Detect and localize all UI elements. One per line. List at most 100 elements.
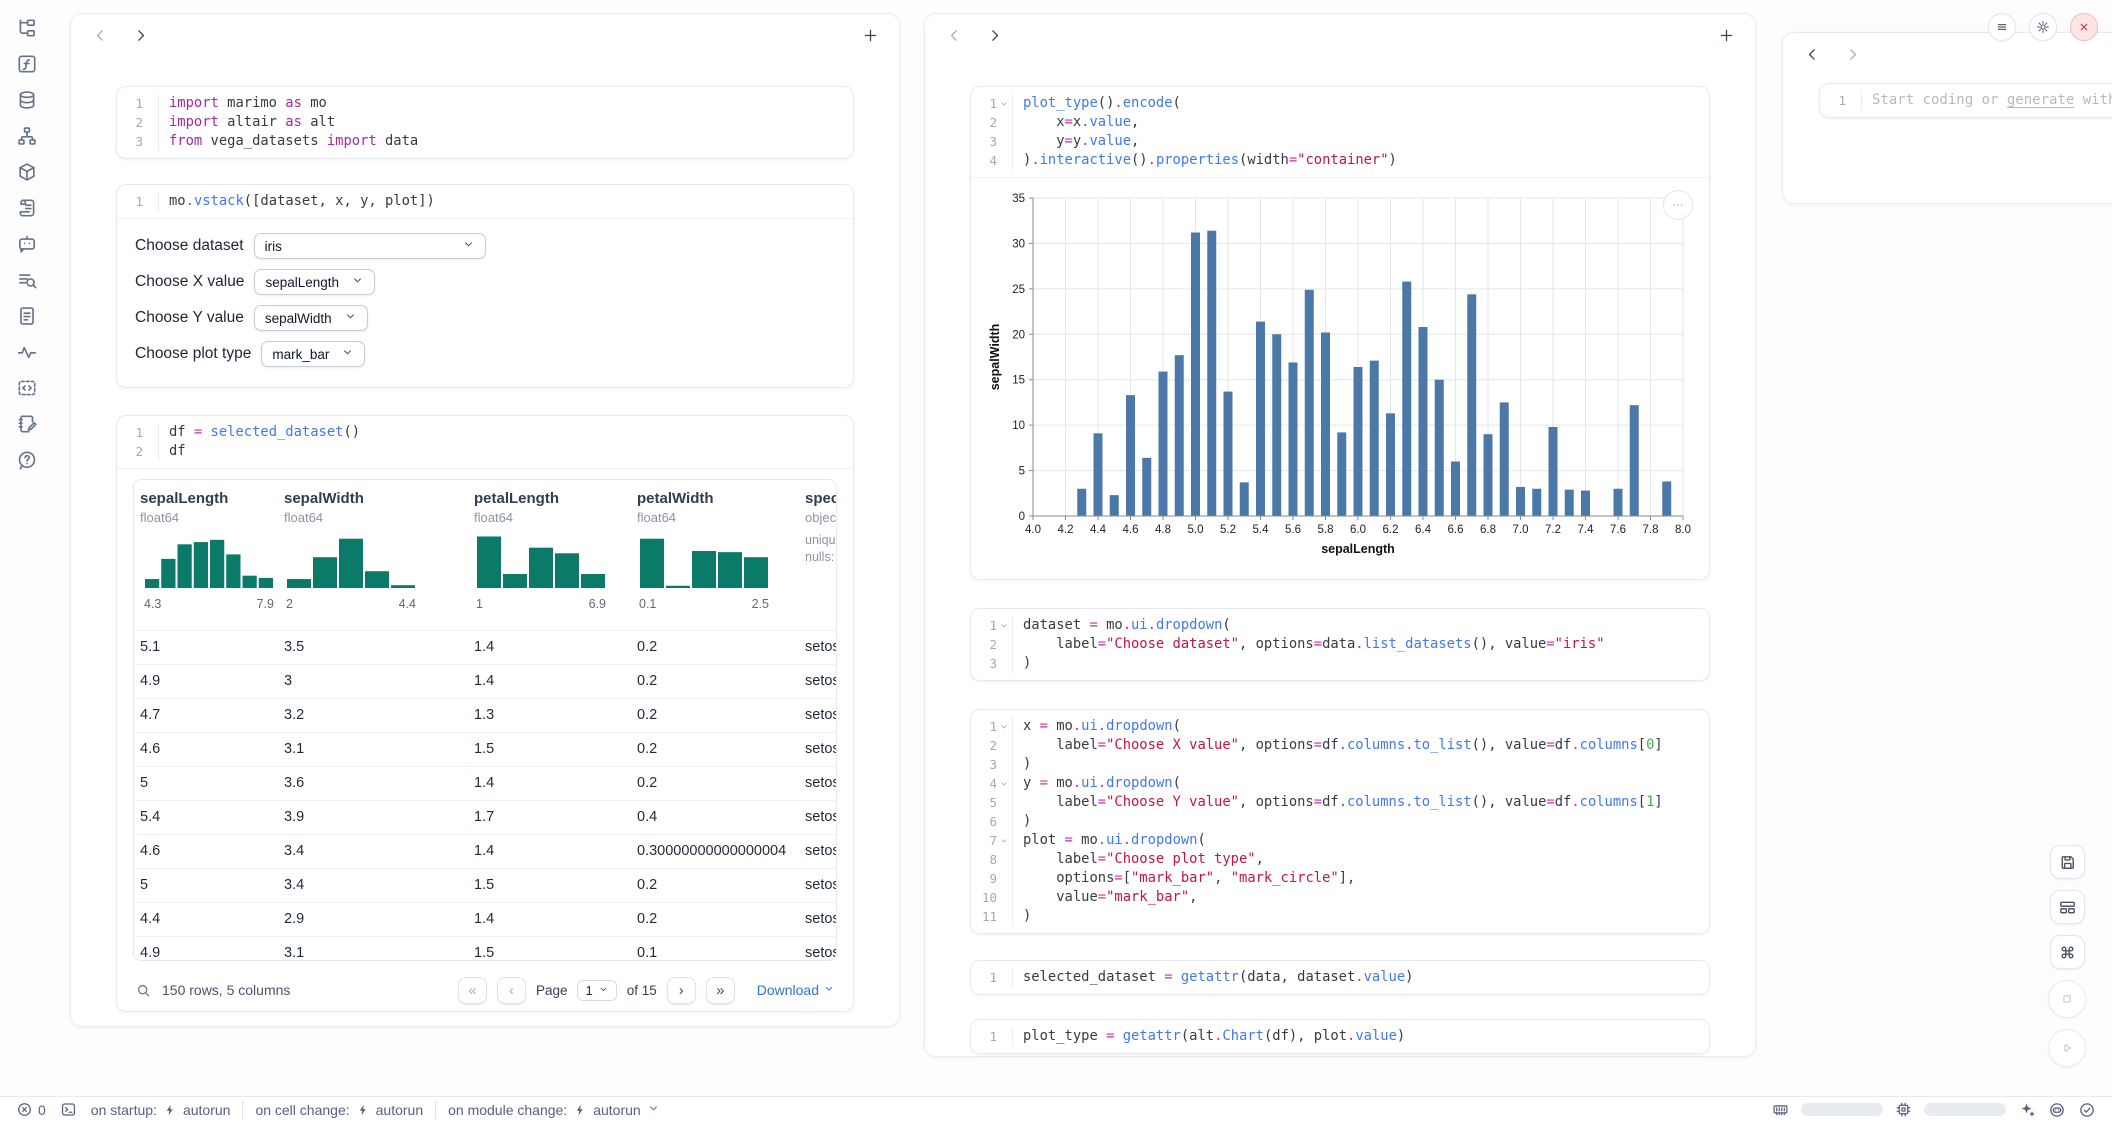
code-editor[interactable]: 1import marimo as mo2import altair as al… [117,87,853,158]
bar [1256,322,1265,516]
line-number: 1 [971,1027,997,1046]
download-button[interactable]: Download [757,982,835,998]
sidebar-panel-help[interactable] [13,446,41,474]
settings-button[interactable] [2029,13,2057,41]
save-button[interactable] [2050,845,2085,879]
y-axis: 05101520253035 [1012,193,1033,523]
table-search-button[interactable] [135,982,152,999]
table-row[interactable]: 4.63.41.40.30000000000000004setos [134,834,836,868]
code-editor[interactable]: 1mo.vstack([dataset, x, y, plot]) [117,185,853,218]
svg-text:4.4: 4.4 [1090,524,1107,536]
code-editor[interactable]: 1df = selected_dataset()2df [117,416,853,468]
run-button[interactable] [2048,1029,2086,1067]
sidebar-panel-file-tree[interactable] [13,14,41,42]
code-editor[interactable]: 1selected_dataset = getattr(data, datase… [971,961,1709,994]
code-editor[interactable]: 1x = mo.ui.dropdown(2 label="Choose X va… [971,710,1709,933]
first-page-button[interactable]: « [458,977,487,1004]
copilot-button[interactable] [2048,1101,2066,1119]
table-row[interactable]: 5.43.91.70.4setos [134,800,836,834]
sidebar-panel-dependency-graph[interactable] [13,122,41,150]
column-histogram: 4.37.9 [144,532,274,611]
column-header-sepalLength[interactable]: sepalLengthfloat64 [140,490,228,525]
dropdown-choose-plot-type[interactable]: mark_bar [261,341,365,367]
column-next-button[interactable] [981,22,1007,48]
table-row[interactable]: 4.931.40.2setos [134,664,836,698]
add-cell-button[interactable] [1713,22,1739,48]
table-row[interactable]: 53.61.40.2setos [134,766,836,800]
sidebar-panel-tracebacks[interactable] [13,266,41,294]
code-editor[interactable]: 1plot_type = getattr(alt.Chart(df), plot… [971,1020,1709,1053]
errors-button[interactable]: 0 [16,1101,46,1118]
sidebar [0,0,54,1096]
menu-button[interactable] [1988,13,2016,41]
page-label: Page [536,983,568,998]
table-row[interactable]: 4.73.21.30.2setos [134,698,836,732]
table-row[interactable]: 53.41.50.2setos [134,868,836,902]
sidebar-panel-chat[interactable] [13,230,41,258]
table-cell: 3.6 [284,767,304,800]
terminal-button[interactable] [60,1101,77,1118]
layout-button[interactable] [2050,890,2085,924]
code-editor[interactable]: 1dataset = mo.ui.dropdown(2 label="Choos… [971,609,1709,680]
table-row[interactable]: 4.93.11.50.1setos [134,936,836,961]
page-select[interactable]: 1 [577,980,616,1001]
connection-status-button[interactable] [2078,1101,2096,1119]
column-prev-button[interactable] [941,22,967,48]
sidebar-panel-documentation[interactable] [13,302,41,330]
column-header-sepalWidth[interactable]: sepalWidthfloat64 [284,490,364,525]
runtime-config-1[interactable]: on cell change:autorun [255,1102,423,1118]
fold-toggle-icon[interactable] [997,836,1010,846]
column-prev-button[interactable] [87,22,113,48]
svg-text:6.6: 6.6 [1448,524,1464,536]
chevron-left-icon [946,27,963,44]
stop-button[interactable] [2048,980,2086,1018]
code-text: y = mo.ui.dropdown( [1023,774,1181,793]
svg-text:0: 0 [1019,511,1025,523]
column-header-petalLength[interactable]: petalLengthfloat64 [474,490,559,525]
histogram-range: 16.9 [476,597,606,611]
ai-assist-button[interactable] [2018,1101,2036,1119]
line-number: 11 [971,907,997,926]
fold-toggle-icon[interactable] [997,99,1010,109]
sidebar-panel-outline[interactable] [13,338,41,366]
generate-with-ai-link[interactable]: generate [2007,92,2074,108]
gutter: 10 [971,888,1013,907]
runtime-config-2[interactable]: on module change:autorun [448,1102,660,1118]
column-prev-button[interactable] [1799,41,1825,67]
column-header-speci[interactable]: speciobjecuniqunulls: [805,490,837,566]
sidebar-panel-logs[interactable] [13,194,41,222]
column-header-petalWidth[interactable]: petalWidthfloat64 [637,490,714,525]
command-button[interactable] [2050,935,2085,969]
close-button[interactable] [2070,13,2098,41]
gutter: 3 [117,132,159,151]
svg-text:5.6: 5.6 [1285,524,1301,536]
code-editor[interactable]: 1 Start coding or generate with [1820,84,2112,117]
range-max: 2.5 [752,597,769,611]
bar [1516,487,1525,516]
fold-toggle-icon[interactable] [997,621,1010,631]
column-next-button[interactable] [1839,41,1865,67]
fold-toggle-icon[interactable] [997,722,1010,732]
runtime-config-0[interactable]: on startup:autorun [91,1102,231,1118]
sidebar-panel-functions[interactable] [13,50,41,78]
dropdown-choose-x-value[interactable]: sepalLength [254,269,375,295]
fold-toggle-icon[interactable] [997,779,1010,789]
chart-actions-button[interactable] [1663,190,1693,220]
table-row[interactable]: 5.13.51.40.2setos [134,630,836,664]
sidebar-panel-snippets[interactable] [13,374,41,402]
code-text: label="Choose plot type", [1023,850,1264,869]
code-editor[interactable]: 1plot_type().encode(2 x=x.value,3 y=y.va… [971,87,1709,177]
table-row[interactable]: 4.63.11.50.2setos [134,732,836,766]
sidebar-panel-datasources[interactable] [13,86,41,114]
table-row[interactable]: 4.42.91.40.2setos [134,902,836,936]
sidebar-panel-scratchpad[interactable] [13,410,41,438]
column-next-button[interactable] [127,22,153,48]
next-page-button[interactable]: › [667,977,696,1004]
prev-page-button[interactable]: ‹ [497,977,526,1004]
dropdown-choose-y-value[interactable]: sepalWidth [254,305,368,331]
sidebar-panel-packages[interactable] [13,158,41,186]
range-max: 6.9 [589,597,606,611]
last-page-button[interactable]: » [706,977,735,1004]
dropdown-choose-dataset[interactable]: iris [254,233,486,259]
add-cell-button[interactable] [857,22,883,48]
